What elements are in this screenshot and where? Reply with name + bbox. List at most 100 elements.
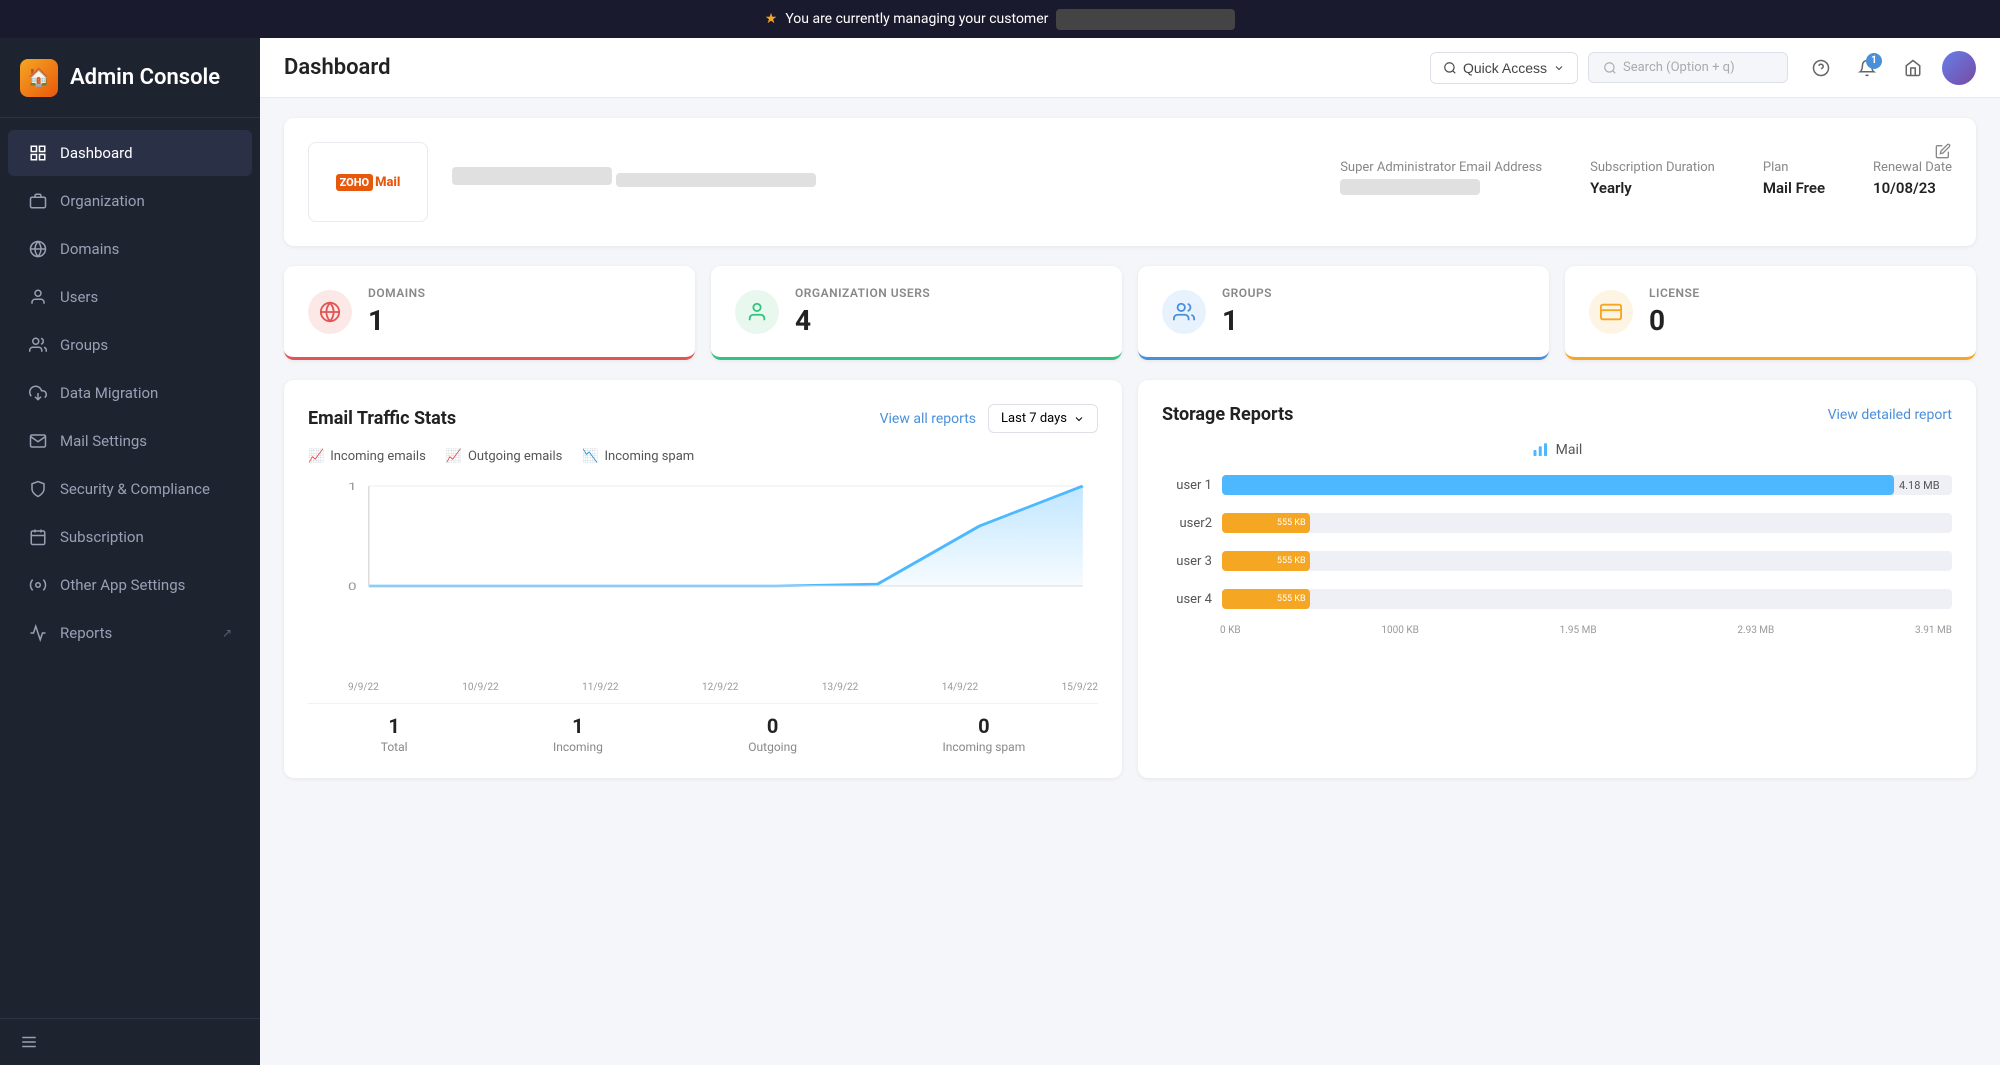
sidebar-item-users[interactable]: Users [8, 274, 252, 320]
sidebar-item-data-migration[interactable]: Data Migration [8, 370, 252, 416]
stat-card-groups[interactable]: GROUPS 1 [1138, 266, 1549, 360]
renewal-value: 10/08/23 [1873, 179, 1952, 197]
email-traffic-title: Email Traffic Stats [308, 408, 456, 429]
incoming-emoji: 📈 [308, 449, 324, 464]
user4-value: 555 KB [1277, 594, 1306, 604]
other-app-icon [28, 575, 48, 595]
storage-row-user4: user 4 555 KB [1162, 589, 1952, 609]
charts-row: Email Traffic Stats View all reports Las… [284, 380, 1976, 778]
org-meta: Super Administrator Email Address Subscr… [1340, 160, 1952, 205]
sidebar-collapse-btn[interactable] [0, 1018, 260, 1065]
sidebar-label-mail-settings: Mail Settings [60, 432, 232, 450]
sidebar-item-organization[interactable]: Organization [8, 178, 252, 224]
reports-external-icon: ↗ [222, 626, 232, 640]
email-traffic-actions: View all reports Last 7 days [880, 404, 1098, 433]
user-avatar[interactable] [1942, 51, 1976, 85]
groups-stat-info: GROUPS 1 [1222, 286, 1272, 337]
x-label-1: 9/9/22 [348, 682, 379, 693]
sidebar-label-dashboard: Dashboard [60, 144, 232, 162]
super-admin-label: Super Administrator Email Address [1340, 160, 1542, 175]
notification-count: 1 [1866, 53, 1882, 69]
sidebar-item-other-app[interactable]: Other App Settings [8, 562, 252, 608]
sidebar-label-security: Security & Compliance [60, 480, 232, 498]
sidebar-item-security[interactable]: Security & Compliance [8, 466, 252, 512]
x-label-5: 13/9/22 [822, 682, 858, 693]
view-detailed-report-link[interactable]: View detailed report [1828, 407, 1952, 423]
top-banner: ★ You are currently managing your custom… [0, 0, 2000, 38]
date-filter-dropdown[interactable]: Last 7 days [988, 404, 1098, 433]
storage-reports-header: Storage Reports View detailed report [1162, 404, 1952, 425]
incoming-label-stat: Incoming [553, 740, 603, 754]
stat-card-domains[interactable]: DOMAINS 1 [284, 266, 695, 360]
domains-stat-icon [308, 290, 352, 334]
page-title: Dashboard [284, 55, 1414, 80]
sidebar-label-domains: Domains [60, 240, 232, 258]
sidebar-item-domains[interactable]: Domains [8, 226, 252, 272]
users-stat-label: ORGANIZATION USERS [795, 286, 930, 300]
view-all-reports-link[interactable]: View all reports [880, 411, 976, 427]
sx-label-2: 1000 KB [1381, 625, 1418, 636]
header-icons: 1 [1804, 51, 1976, 85]
main-content: Dashboard Quick Access Search (Option + … [260, 38, 2000, 1065]
org-details [452, 167, 1316, 197]
sidebar-item-groups[interactable]: Groups [8, 322, 252, 368]
security-icon [28, 479, 48, 499]
org-edit-button[interactable] [1926, 134, 1960, 168]
stat-card-license[interactable]: LICENSE 0 [1565, 266, 1976, 360]
user3-value: 555 KB [1277, 556, 1306, 566]
storage-legend-icon [1532, 441, 1550, 459]
sidebar-item-mail-settings[interactable]: Mail Settings [8, 418, 252, 464]
sx-label-4: 2.93 MB [1737, 625, 1774, 636]
groups-stat-icon [1162, 290, 1206, 334]
x-label-3: 11/9/22 [582, 682, 618, 693]
search-placeholder: Search (Option + q) [1623, 60, 1735, 75]
notification-button[interactable]: 1 [1850, 51, 1884, 85]
super-admin-email [1340, 179, 1480, 195]
total-label: Total [381, 740, 408, 754]
user1-bar: 4.18 MB [1222, 475, 1894, 495]
search-box[interactable]: Search (Option + q) [1588, 52, 1788, 83]
spam-label: Incoming spam [605, 449, 695, 464]
email-traffic-header: Email Traffic Stats View all reports Las… [308, 404, 1098, 433]
organization-icon [28, 191, 48, 211]
domains-stat-info: DOMAINS 1 [368, 286, 425, 337]
mail-settings-icon [28, 431, 48, 451]
org-subscription-duration: Subscription Duration Yearly [1590, 160, 1715, 197]
subscription-icon [28, 527, 48, 547]
sx-label-1: 0 KB [1220, 625, 1241, 636]
users-icon [28, 287, 48, 307]
storage-legend: Mail [1162, 441, 1952, 459]
license-stat-info: LICENSE 0 [1649, 286, 1700, 337]
outgoing-label-stat: Outgoing [748, 740, 797, 754]
groups-icon [28, 335, 48, 355]
home-button[interactable] [1896, 51, 1930, 85]
plan-label: Plan [1763, 160, 1825, 175]
outgoing-emoji: 📈 [446, 449, 462, 464]
sidebar-logo: 🏠 Admin Console [0, 38, 260, 118]
org-super-admin: Super Administrator Email Address [1340, 160, 1542, 205]
x-axis-labels: 9/9/22 10/9/22 11/9/22 12/9/22 13/9/22 1… [308, 682, 1098, 693]
incoming-value: 1 [553, 714, 603, 738]
spam-emoji: 📉 [582, 449, 598, 464]
x-label-7: 15/9/22 [1062, 682, 1098, 693]
domains-stat-value: 1 [368, 304, 425, 337]
sidebar-item-dashboard[interactable]: Dashboard [8, 130, 252, 176]
users-stat-info: ORGANIZATION USERS 4 [795, 286, 930, 337]
quick-access-button[interactable]: Quick Access [1430, 52, 1578, 84]
sidebar-item-subscription[interactable]: Subscription [8, 514, 252, 560]
storage-row-user2: user2 555 KB [1162, 513, 1952, 533]
customer-name-blurred: ██████████████ [1056, 9, 1235, 30]
sidebar-label-reports: Reports [60, 624, 210, 642]
user3-bar-container: 555 KB [1222, 551, 1952, 571]
sidebar-label-organization: Organization [60, 192, 232, 210]
user3-label: user 3 [1162, 554, 1212, 569]
sidebar-nav: Dashboard Organization Domains [0, 118, 260, 1018]
reports-icon [28, 623, 48, 643]
sidebar-item-reports[interactable]: Reports ↗ [8, 610, 252, 656]
subscription-label: Subscription Duration [1590, 160, 1715, 175]
storage-bars: user 1 4.18 MB user2 [1162, 475, 1952, 609]
storage-legend-label: Mail [1556, 442, 1583, 458]
stat-card-users[interactable]: ORGANIZATION USERS 4 [711, 266, 1122, 360]
email-traffic-card: Email Traffic Stats View all reports Las… [284, 380, 1122, 778]
help-button[interactable] [1804, 51, 1838, 85]
